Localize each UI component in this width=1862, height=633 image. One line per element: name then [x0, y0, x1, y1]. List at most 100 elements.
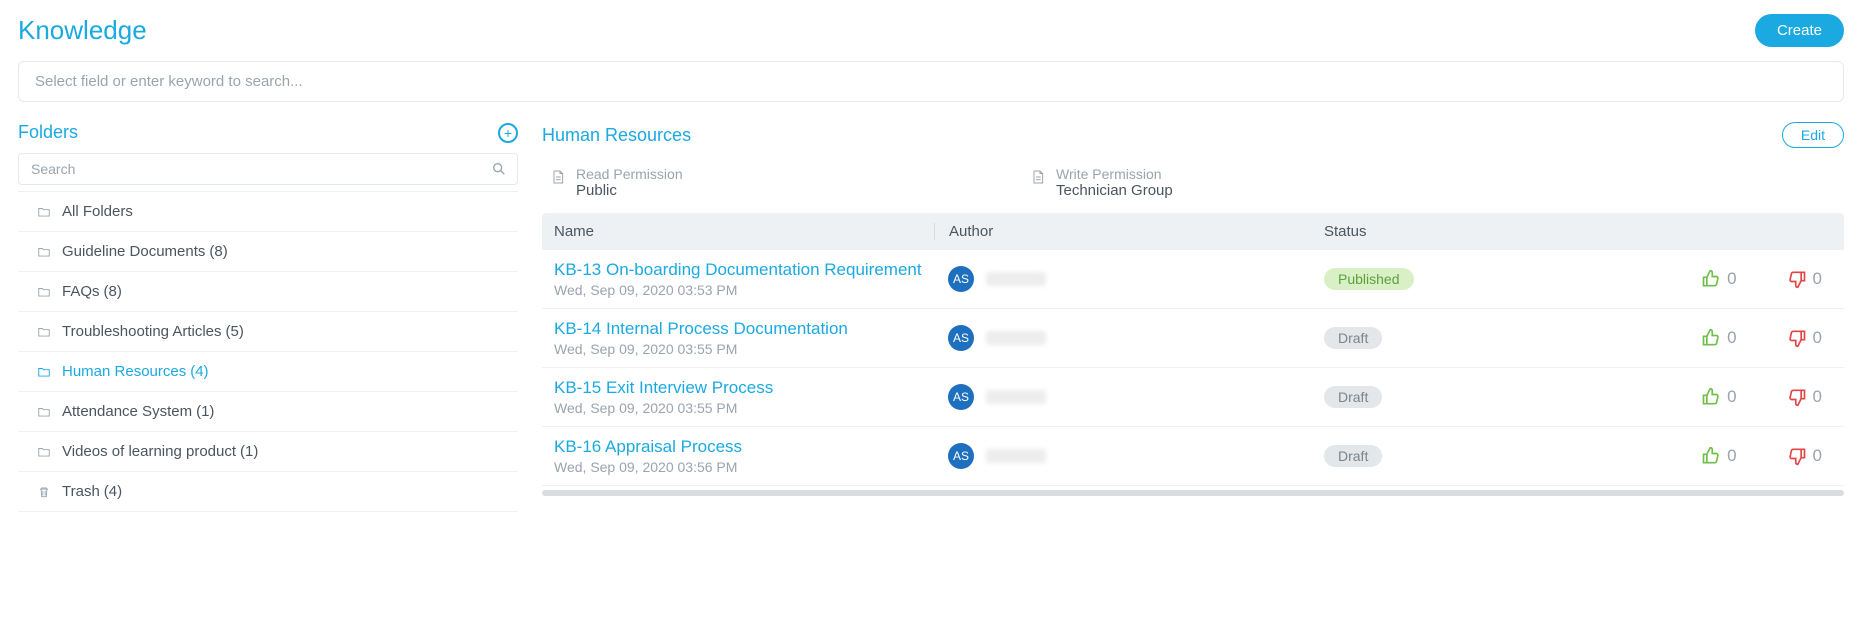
col-author[interactable]: Author: [934, 223, 1324, 240]
document-icon: [550, 166, 566, 186]
page-title: Knowledge: [18, 15, 147, 46]
sidebar-item-label: FAQs: [62, 283, 100, 300]
upvote[interactable]: 0: [1701, 446, 1736, 466]
sidebar-item-count: (8): [209, 243, 227, 260]
upvote[interactable]: 0: [1701, 328, 1736, 348]
downvote[interactable]: 0: [1787, 387, 1822, 407]
downvote-count: 0: [1813, 328, 1822, 348]
avatar: AS: [948, 443, 974, 469]
upvote[interactable]: 0: [1701, 387, 1736, 407]
avatar: AS: [948, 325, 974, 351]
avatar: AS: [948, 384, 974, 410]
sidebar-item-label: Human Resources: [62, 363, 186, 380]
sidebar-item-count: (4): [104, 483, 122, 500]
write-permission-value: Technician Group: [1056, 182, 1173, 199]
read-permission-value: Public: [576, 182, 683, 199]
plus-icon: +: [504, 126, 512, 140]
table-row[interactable]: KB-14 Internal Process Documentation Wed,…: [542, 309, 1844, 368]
sidebar-item[interactable]: All Folders: [18, 192, 518, 232]
article-date: Wed, Sep 09, 2020 03:55 PM: [554, 341, 934, 357]
article-title[interactable]: KB-13 On-boarding Documentation Requirem…: [554, 260, 934, 280]
sidebar-item[interactable]: Guideline Documents(8): [18, 232, 518, 272]
sidebar-item-count: (1): [240, 443, 258, 460]
sidebar-item-label: Guideline Documents: [62, 243, 205, 260]
thumbs-down-icon: [1787, 446, 1807, 466]
sidebar-item-label: Videos of learning product: [62, 443, 236, 460]
folder-search-input[interactable]: [29, 160, 491, 178]
sidebar-item[interactable]: Trash(4): [18, 472, 518, 512]
read-permission: Read Permission Public: [550, 166, 950, 199]
add-folder-button[interactable]: +: [498, 123, 518, 143]
author-name: [986, 449, 1046, 463]
downvote-count: 0: [1813, 387, 1822, 407]
sidebar-item-count: (5): [226, 323, 244, 340]
upvote[interactable]: 0: [1701, 269, 1736, 289]
article-title[interactable]: KB-15 Exit Interview Process: [554, 378, 934, 398]
search-input[interactable]: [33, 72, 1829, 91]
avatar: AS: [948, 266, 974, 292]
downvote[interactable]: 0: [1787, 446, 1822, 466]
sidebar-item-label: Troubleshooting Articles: [62, 323, 222, 340]
author-name: [986, 331, 1046, 345]
thumbs-up-icon: [1701, 269, 1721, 289]
edit-button[interactable]: Edit: [1782, 122, 1844, 148]
create-button[interactable]: Create: [1755, 14, 1844, 47]
thumbs-down-icon: [1787, 269, 1807, 289]
table-row[interactable]: KB-16 Appraisal Process Wed, Sep 09, 2020…: [542, 427, 1844, 486]
downvote-count: 0: [1813, 269, 1822, 289]
downvote-count: 0: [1813, 446, 1822, 466]
folder-icon: [36, 365, 52, 379]
sidebar-item-count: (4): [190, 363, 208, 380]
downvote[interactable]: 0: [1787, 269, 1822, 289]
thumbs-up-icon: [1701, 387, 1721, 407]
upvote-count: 0: [1727, 387, 1736, 407]
col-name[interactable]: Name: [554, 223, 934, 240]
folder-icon: [36, 285, 52, 299]
article-title[interactable]: KB-16 Appraisal Process: [554, 437, 934, 457]
article-title[interactable]: KB-14 Internal Process Documentation: [554, 319, 934, 339]
trash-icon: [36, 485, 52, 499]
author-name: [986, 272, 1046, 286]
sidebar-item-label: All Folders: [62, 203, 133, 220]
article-date: Wed, Sep 09, 2020 03:53 PM: [554, 282, 934, 298]
thumbs-down-icon: [1787, 387, 1807, 407]
sidebar-item-label: Attendance System: [62, 403, 192, 420]
folder-icon: [36, 245, 52, 259]
folders-heading: Folders: [18, 122, 78, 143]
folder-search[interactable]: [18, 153, 518, 185]
sidebar-item[interactable]: Troubleshooting Articles(5): [18, 312, 518, 352]
sidebar-item-count: (8): [104, 283, 122, 300]
upvote-count: 0: [1727, 328, 1736, 348]
status-badge: Draft: [1324, 386, 1382, 408]
horizontal-scrollbar[interactable]: [542, 490, 1844, 496]
status-badge: Draft: [1324, 327, 1382, 349]
sidebar-item[interactable]: Attendance System(1): [18, 392, 518, 432]
table-row[interactable]: KB-15 Exit Interview Process Wed, Sep 09,…: [542, 368, 1844, 427]
downvote[interactable]: 0: [1787, 328, 1822, 348]
sidebar-item[interactable]: FAQs(8): [18, 272, 518, 312]
sidebar-item-label: Trash: [62, 483, 100, 500]
thumbs-up-icon: [1701, 446, 1721, 466]
write-permission: Write Permission Technician Group: [1030, 166, 1430, 199]
sidebar-item[interactable]: Human Resources(4): [18, 352, 518, 392]
author-name: [986, 390, 1046, 404]
sidebar-item-count: (1): [196, 403, 214, 420]
sidebar-item[interactable]: Videos of learning product(1): [18, 432, 518, 472]
table-header: Name Author Status: [542, 213, 1844, 250]
global-search[interactable]: [18, 61, 1844, 102]
status-badge: Published: [1324, 268, 1414, 290]
thumbs-up-icon: [1701, 328, 1721, 348]
folder-icon: [36, 205, 52, 219]
read-permission-label: Read Permission: [576, 166, 683, 182]
upvote-count: 0: [1727, 446, 1736, 466]
table-row[interactable]: KB-13 On-boarding Documentation Requirem…: [542, 250, 1844, 309]
folder-title: Human Resources: [542, 125, 691, 146]
article-date: Wed, Sep 09, 2020 03:56 PM: [554, 459, 934, 475]
folder-icon: [36, 445, 52, 459]
folder-icon: [36, 405, 52, 419]
col-status[interactable]: Status: [1324, 223, 1444, 240]
upvote-count: 0: [1727, 269, 1736, 289]
document-icon: [1030, 166, 1046, 186]
search-icon: [491, 161, 507, 177]
article-date: Wed, Sep 09, 2020 03:55 PM: [554, 400, 934, 416]
